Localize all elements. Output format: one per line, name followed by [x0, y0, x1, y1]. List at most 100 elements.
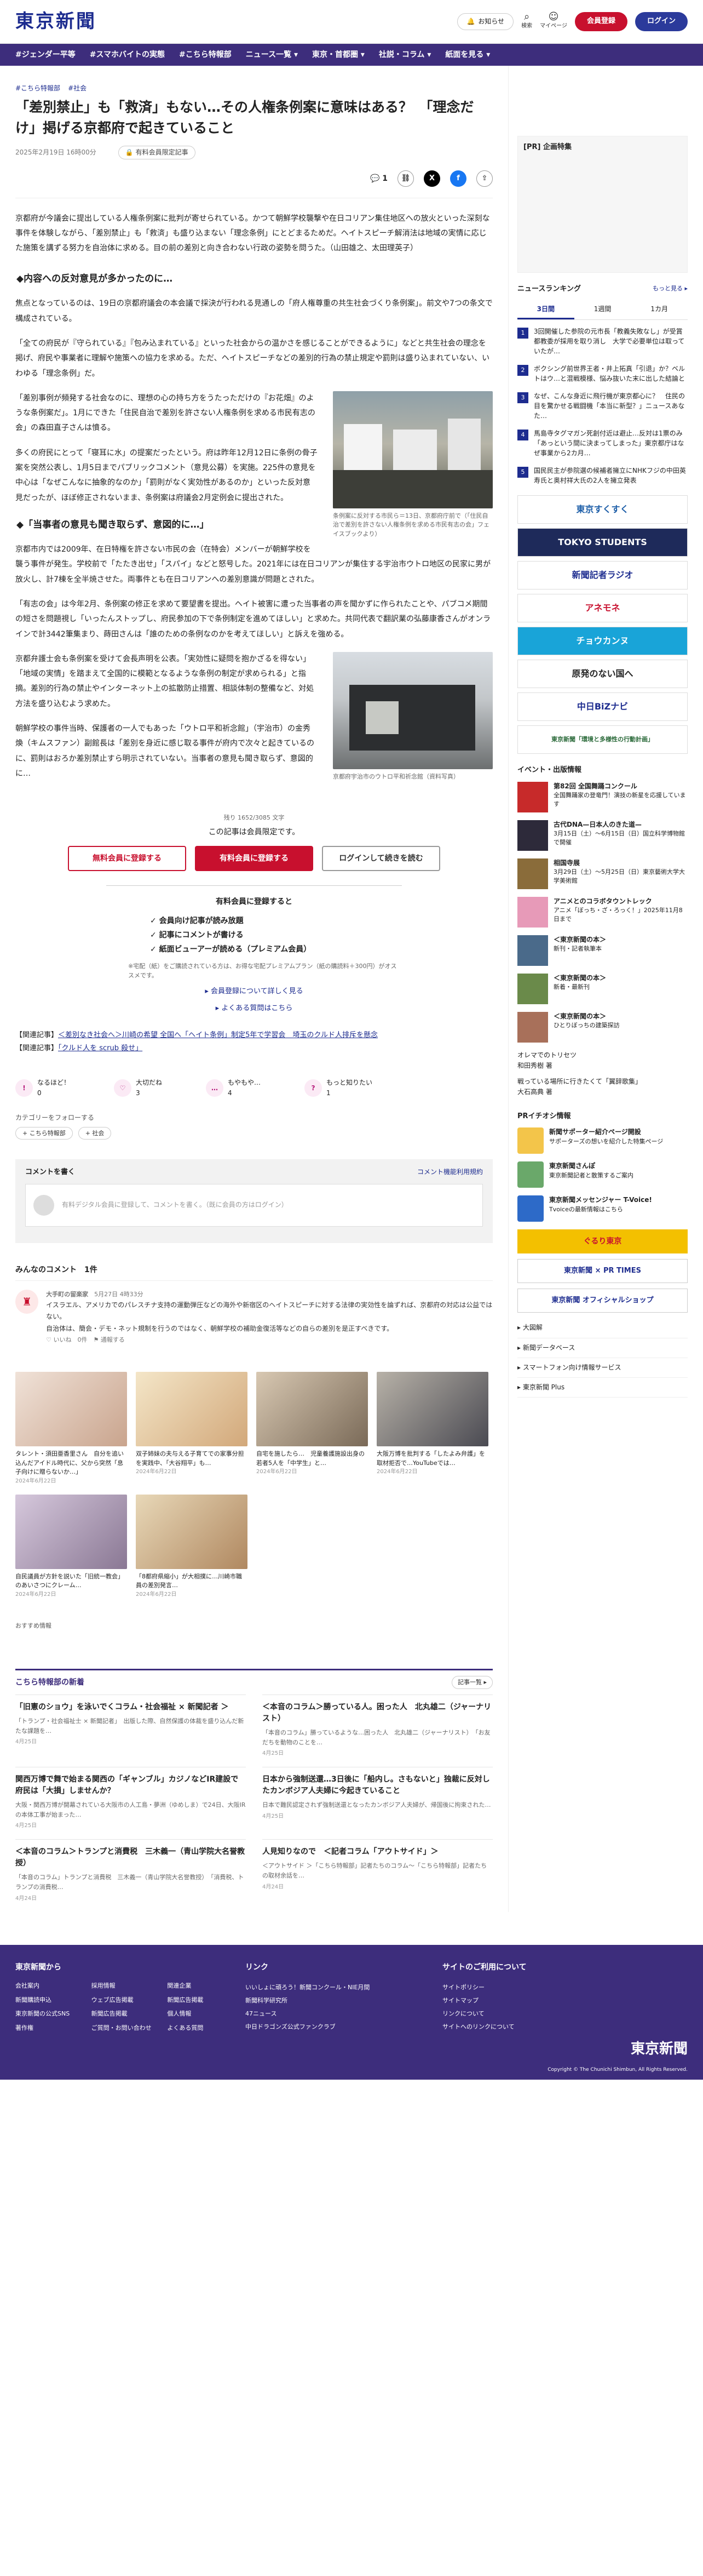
tag-link[interactable]: #こちら特報部: [15, 83, 60, 94]
nav-item[interactable]: ニュース一覧 ▾: [246, 49, 298, 61]
footer-link[interactable]: 採用情報: [91, 1981, 159, 1991]
memorial-photo[interactable]: [333, 651, 493, 769]
footer-link[interactable]: 新聞購読申込: [15, 1995, 83, 2005]
register-info-link[interactable]: ▸ 会員登録について詳しく見る: [106, 986, 402, 998]
book-link[interactable]: オレマでのトリセツ 和田秀樹 著: [517, 1050, 688, 1071]
facebook-share-icon[interactable]: f: [450, 170, 466, 187]
follow-chip[interactable]: + 社会: [78, 1126, 112, 1140]
footer-link[interactable]: 関連企業: [167, 1981, 234, 1991]
follow-chip[interactable]: + こちら特報部: [15, 1126, 73, 1140]
pr-item[interactable]: 東京新聞メッセンジャー T-Voice! Tvoiceの最新情報はこちら: [517, 1195, 688, 1222]
nav-item[interactable]: 社説・コラム ▾: [379, 49, 431, 61]
footer-link[interactable]: リンクについて: [442, 2007, 585, 2020]
book-link[interactable]: 戦っている場所に行きたくて「翼辞歌集」 大石高典 著: [517, 1077, 688, 1097]
site-logo[interactable]: 東京新聞: [15, 7, 96, 36]
free-register-button[interactable]: 無料会員に登録する: [68, 846, 186, 872]
reaction-button[interactable]: ♡ 大切だね 3: [114, 1078, 162, 1098]
footer-link[interactable]: サイトマップ: [442, 1994, 585, 2007]
service-link[interactable]: ▸ 新聞データベース: [517, 1338, 688, 1358]
banner-sukusuku[interactable]: 東京すくすく: [517, 495, 688, 524]
banner-radio[interactable]: 新聞記者ラジオ: [517, 560, 688, 589]
x-share-icon[interactable]: X: [424, 170, 440, 187]
faq-link[interactable]: ▸ よくある質問はこちら: [106, 1003, 402, 1015]
news-card[interactable]: タレント・須田亜香里さん 自分を追い込んだアイドル時代に、父から突然「息子向けに…: [15, 1372, 127, 1486]
comment-user[interactable]: 大手町の留楽家: [46, 1291, 88, 1298]
footer-link[interactable]: 新聞科学研究所: [245, 1994, 431, 2007]
service-link[interactable]: ▸ 東京新聞 Plus: [517, 1378, 688, 1398]
news-card[interactable]: 自宅を施したら… 児童養護施設出身の若者5人を「中学生」と… 2024年6月22日: [256, 1372, 368, 1486]
banner-bizna[interactable]: 中日BiZナビ: [517, 692, 688, 721]
event-item[interactable]: ＜東京新聞の本＞ ひとりぼっちの建築探訪: [517, 1011, 688, 1043]
news-card[interactable]: 双子姉妹の夫与える子育てでの家事分担を実践中、「大谷翔平」も… 2024年6月22…: [136, 1372, 247, 1486]
tab-3days[interactable]: 3日間: [517, 301, 574, 319]
ranking-item[interactable]: 2 ボクシング前世界王者・井上拓真「引退」か？ベルトはウ…と混戦模様、悩み抜いた末…: [517, 364, 688, 383]
login-button[interactable]: ログイン: [635, 12, 688, 31]
nav-item[interactable]: #こちら特報部: [179, 49, 232, 61]
footer-link[interactable]: 著作権: [15, 2023, 83, 2033]
comment-terms-link[interactable]: コメント機能利用規約: [417, 1167, 483, 1178]
footer-link[interactable]: よくある質問: [167, 2023, 234, 2033]
banner-anemone[interactable]: アネモネ: [517, 593, 688, 622]
footer-link[interactable]: 会社案内: [15, 1981, 83, 1991]
comment-input[interactable]: 有料デジタル会員に登録して、コメントを書く。（既に会員の方はログイン）: [25, 1183, 483, 1227]
banner-shop[interactable]: 東京新聞 オフィシャルショップ: [517, 1289, 688, 1313]
login-continue-button[interactable]: ログインして続きを読む: [322, 846, 440, 872]
banner-chokan[interactable]: チョウカンヌ: [517, 626, 688, 655]
ranking-item[interactable]: 1 3回開催した参院の元市長「教義失敗なし」が受賞 都教委が採用を取り消し 大学で…: [517, 327, 689, 356]
notice-button[interactable]: 🔔 お知らせ: [457, 13, 514, 30]
ranking-item[interactable]: 3 なぜ、こんな身近に飛行機が東京都心に？ 住民の目を驚かせる戦闘機「本当に新型？…: [517, 391, 688, 421]
footer-link[interactable]: 個人情報: [167, 2009, 234, 2019]
tokuhoubu-item[interactable]: 関西万博で舞で始まる関西の「ギャンブル」カジノなどIR建設で府民は「大損」しませ…: [15, 1767, 246, 1839]
paid-register-button[interactable]: 有料会員に登録する: [195, 846, 313, 872]
event-item[interactable]: ＜東京新聞の本＞ 新着・最新刊: [517, 973, 688, 1004]
pr-item[interactable]: 新聞サポーター紹介ページ開設 サポーターズの想いを紹介した特集ページ: [517, 1127, 688, 1154]
tag-link[interactable]: #社会: [68, 83, 87, 94]
banner-action-plan[interactable]: 東京新聞「環境と多様性の行動計画」: [517, 725, 688, 754]
footer-link[interactable]: ウェブ広告掲載: [91, 1995, 159, 2005]
event-item[interactable]: 第82回 全国舞踊コンクール 全国舞踊家の登竜門！演技の新星を応援しています: [517, 781, 688, 812]
tokuhoubu-item[interactable]: 日本から強制送還…3日後に「船内し。さもないと」独裁に反対したカンボジア人夫婦に…: [262, 1767, 493, 1839]
share-icon[interactable]: ⇪: [476, 170, 493, 187]
footer-link[interactable]: 中日ドラゴンズ公式ファンクラブ: [245, 2020, 431, 2034]
event-item[interactable]: アニメとのコラボタウントレック アニメ「ぼっち・ざ・ろっく！」2025年11月8日…: [517, 896, 688, 928]
banner-prtimes[interactable]: 東京新聞 × PR TIMES: [517, 1259, 688, 1284]
footer-logo[interactable]: 東京新聞: [631, 2038, 688, 2061]
event-item[interactable]: 古代DNA—日本人のきた道— 3月15日（土）〜6月15日（日）国立科学博物館で開…: [517, 820, 688, 851]
pr-item[interactable]: 東京新聞さんぽ 東京新聞記者と散策するご案内: [517, 1161, 688, 1188]
copy-link-icon[interactable]: ⛓: [397, 170, 414, 187]
footer-link[interactable]: ご質問・お問い合わせ: [91, 2023, 159, 2033]
tokuhoubu-item[interactable]: 「旧憲のショウ」を泳いでくコラム・社会福祉 × 新聞記者 ＞「トランプ・社会福祉…: [15, 1694, 246, 1767]
ranking-more-link[interactable]: もっと見る ▸: [653, 284, 688, 295]
nav-item[interactable]: #スマホバイトの実態: [90, 49, 165, 61]
footer-link[interactable]: 東京新聞の公式SNS: [15, 2009, 83, 2019]
tokuhoubu-item[interactable]: ＜本音のコラム＞勝っている人。困った人 北丸雄二（ジャーナリスト） 「本音のコラム…: [262, 1694, 493, 1767]
service-link[interactable]: ▸ 大図解: [517, 1318, 688, 1338]
mypage-button[interactable]: ☺ マイページ: [540, 12, 567, 31]
article-list-link[interactable]: 記事一覧 ▸: [451, 1676, 493, 1689]
banner-gururi[interactable]: ぐるり東京: [517, 1229, 688, 1254]
footer-link[interactable]: いいしょに頑ろう！新聞コンクール・NIE月間: [245, 1981, 431, 1994]
reaction-button[interactable]: ! なるほど！ 0: [15, 1078, 70, 1098]
pr-feature-box[interactable]: [PR] 企画特集: [517, 136, 688, 273]
like-button[interactable]: ♡ いいね 0件: [46, 1336, 87, 1343]
banner-genpatsu[interactable]: 原発のない国へ: [517, 659, 688, 688]
nav-item[interactable]: 紙面を見る ▾: [445, 49, 490, 61]
event-item[interactable]: ＜東京新聞の本＞ 新刊・記者執筆本: [517, 935, 688, 966]
service-link[interactable]: ▸ スマートフォン向け情報サービス: [517, 1358, 688, 1378]
search-button[interactable]: ⌕ 検索: [521, 12, 532, 31]
news-card[interactable]: 大阪万博を批判する「したよみ弁護」を取材拒否で…YouTubeでは… 2024年6…: [377, 1372, 488, 1486]
footer-link[interactable]: 新聞広告掲載: [91, 2009, 159, 2019]
footer-link[interactable]: サイトへのリンクについて: [442, 2020, 585, 2034]
comment-count[interactable]: 💬 1: [370, 173, 388, 185]
related-link[interactable]: ＜差別なき社会へ＞川崎の希望 全国へ「ヘイト条例」制定5年で学習会 埼玉のクルド…: [58, 1031, 378, 1039]
report-button[interactable]: ⚑ 通報する: [94, 1336, 125, 1343]
tab-1week[interactable]: 1週間: [574, 301, 631, 319]
news-card[interactable]: 自民議員が方針を説いた「旧統一教会」のあいさつにクレーム… 2024年6月22日: [15, 1494, 127, 1599]
tokuhoubu-item[interactable]: ＜本音のコラム＞トランプと消費税 三木義一（青山学院大名誉教授） 「本音のコラム」…: [15, 1839, 246, 1911]
banner-students[interactable]: TOKYO STUDENTS: [517, 528, 688, 557]
tokuhoubu-item[interactable]: 人見知りなので ＜記者コラム「アウトサイド」＞ ＜アウトサイド ＞「こちら特報部」…: [262, 1839, 493, 1911]
news-card[interactable]: 「8都府県縮小」が大相撲に…川崎市職員の差別発言… 2024年6月22日: [136, 1494, 247, 1599]
event-item[interactable]: 相国寺展 3月29日（土）〜5月25日（日）東京藝術大学大学美術館: [517, 858, 688, 889]
reaction-button[interactable]: ? もっと知りたい 1: [304, 1078, 372, 1098]
footer-link[interactable]: 47ニュース: [245, 2007, 431, 2020]
